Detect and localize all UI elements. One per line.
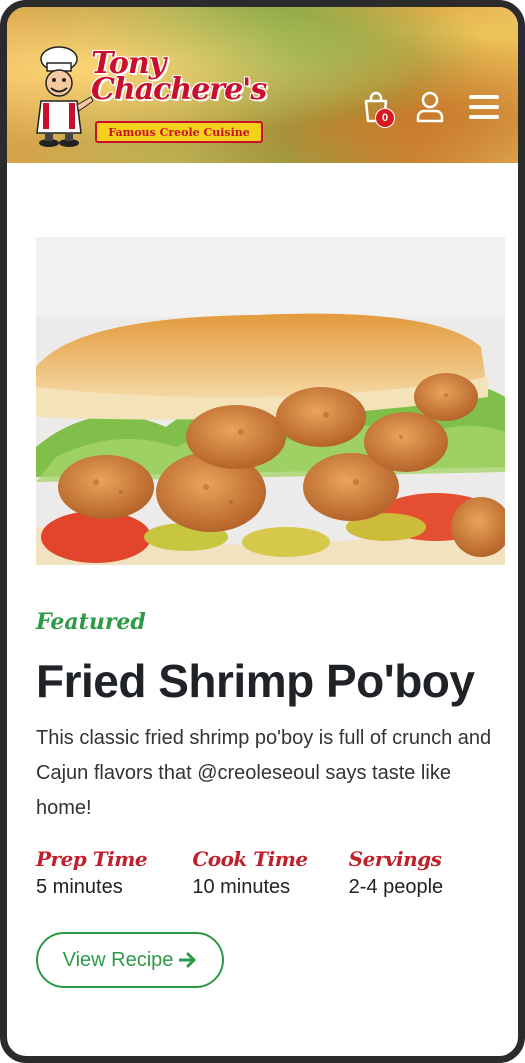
- meta-label: Servings: [348, 847, 442, 871]
- hamburger-menu-icon: [469, 95, 499, 119]
- brand-tagline: Famous Creole Cuisine: [95, 121, 263, 143]
- recipe-meta: Prep Time 5 minutes Cook Time 10 minutes…: [36, 846, 505, 902]
- brand-name: Tony Chachere's: [91, 46, 267, 107]
- site-header: Tony Chachere's Famous Creole Cuisine 0: [7, 7, 518, 163]
- recipe-hero-image[interactable]: [36, 237, 505, 565]
- meta-label: Cook Time: [192, 847, 308, 871]
- menu-button[interactable]: [468, 90, 500, 124]
- cook-time: Cook Time 10 minutes: [192, 846, 348, 902]
- servings: Servings 2-4 people: [349, 846, 505, 902]
- view-recipe-label: View Recipe: [62, 948, 174, 971]
- po-boy-illustration: [36, 237, 505, 565]
- featured-tag: Featured: [36, 609, 146, 635]
- cart-count-badge: 0: [375, 108, 395, 128]
- chef-mascot-icon: [36, 46, 94, 147]
- header-actions: 0: [360, 87, 500, 128]
- cart-button[interactable]: 0: [360, 90, 395, 128]
- meta-label: Prep Time: [36, 847, 148, 871]
- recipe-title[interactable]: Fried Shrimp Po'boy: [36, 655, 505, 707]
- featured-recipe-card: Featured Fried Shrimp Po'boy This classi…: [36, 237, 505, 988]
- meta-value: 10 minutes: [192, 876, 291, 898]
- recipe-description: This classic fried shrimp po'boy is full…: [36, 727, 492, 819]
- meta-value: 5 minutes: [36, 876, 123, 898]
- user-icon: [416, 91, 444, 123]
- phone-frame: Tony Chachere's Famous Creole Cuisine 0: [0, 0, 525, 1063]
- prep-time: Prep Time 5 minutes: [36, 846, 192, 902]
- meta-value: 2-4 people: [348, 876, 444, 898]
- arrow-right-icon: [179, 952, 196, 968]
- view-recipe-button[interactable]: View Recipe: [36, 932, 224, 988]
- brand-logo[interactable]: Tony Chachere's Famous Creole Cuisine: [29, 45, 267, 149]
- account-button[interactable]: [414, 90, 446, 124]
